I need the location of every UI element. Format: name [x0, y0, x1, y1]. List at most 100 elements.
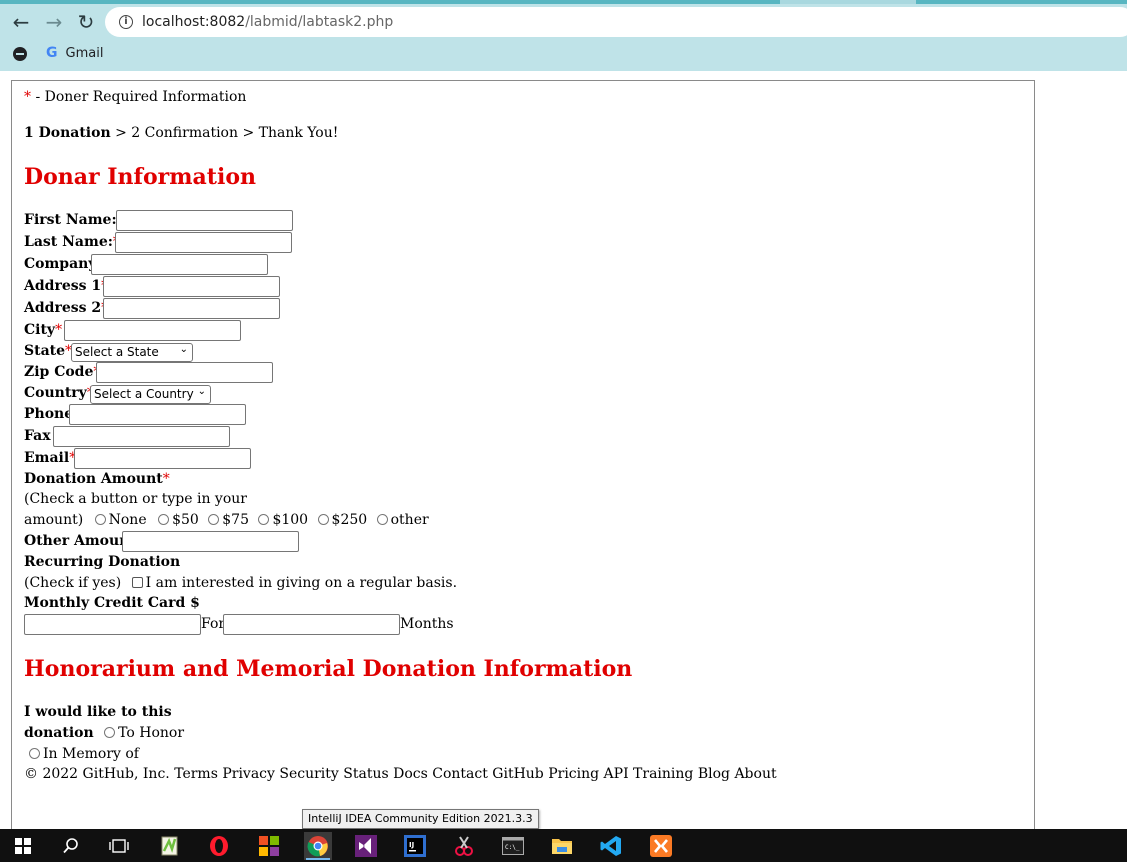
last-name-label-text: Last Name: — [24, 234, 113, 250]
phone-label-text: Phone — [24, 406, 74, 422]
fax-label: Fax — [24, 428, 51, 444]
file-explorer-icon[interactable] — [548, 832, 576, 860]
radio-circle[interactable] — [158, 514, 170, 525]
radio-label: other — [390, 512, 429, 528]
taskbar-tooltip: IntelliJ IDEA Community Edition 2021.3.3 — [302, 809, 539, 829]
task-view-icon[interactable] — [105, 832, 133, 860]
phone-label: Phone — [24, 406, 73, 422]
honor-label-1: I would like to this — [24, 704, 172, 720]
start-button[interactable] — [9, 832, 37, 860]
radio-circle[interactable] — [29, 748, 40, 759]
address1-label: Address 1* — [24, 278, 108, 294]
paint-icon[interactable] — [255, 832, 283, 860]
monthly-amount-input[interactable] — [24, 614, 201, 635]
last-name-input[interactable] — [115, 232, 292, 253]
step-current: 1 Donation — [24, 125, 111, 141]
radio-label: $50 — [172, 512, 199, 528]
svg-text:C:\_: C:\_ — [505, 844, 520, 851]
url-text[interactable]: localhost:8082/labmid/labtask2.php — [142, 14, 393, 30]
radio-circle[interactable] — [94, 514, 106, 525]
notepad-plus-plus-icon[interactable] — [156, 832, 184, 860]
progress-steps: 1 Donation > 2 Confirmation > Thank You! — [24, 125, 338, 141]
city-input[interactable] — [64, 320, 241, 341]
recurring-label: Recurring Donation — [24, 554, 180, 570]
last-name-label: Last Name:* — [24, 234, 120, 250]
chrome-icon[interactable] — [304, 832, 332, 860]
checkbox-label: I am interested in giving on a regular b… — [145, 575, 458, 591]
radio-other[interactable]: other — [376, 512, 429, 528]
radio-250[interactable]: $250 — [317, 512, 368, 528]
zip-label: Zip Code* — [24, 364, 100, 380]
radio-label: $250 — [331, 512, 368, 528]
reload-icon[interactable]: ↻ — [74, 10, 98, 34]
radio-in-memory[interactable]: In Memory of — [29, 746, 139, 762]
xampp-icon[interactable] — [647, 832, 675, 860]
radio-label: To Honor — [118, 725, 185, 741]
address2-label-text: Address 2 — [24, 300, 102, 316]
radio-label: None — [108, 512, 147, 528]
required-note: * - Doner Required Information — [24, 89, 246, 105]
chevron-down-icon: ⌄ — [179, 344, 188, 355]
honor-label-2: donation — [24, 725, 94, 741]
state-select[interactable]: Select a State ⌄ — [71, 343, 193, 362]
other-amount-input[interactable] — [122, 531, 299, 552]
fax-label-text: Fax — [24, 428, 51, 444]
recurring-checkbox[interactable]: I am interested in giving on a regular b… — [131, 575, 458, 591]
zip-input[interactable] — [96, 362, 273, 383]
search-icon[interactable] — [57, 832, 85, 860]
radio-label: $100 — [272, 512, 309, 528]
browser-toolbar: ← → ↻ i localhost:8082/labmid/labtask2.p… — [0, 4, 1127, 71]
monthly-label-text: Monthly Credit Card $ — [24, 595, 200, 611]
globe-icon[interactable] — [13, 47, 27, 61]
radio-75[interactable]: $75 — [208, 512, 249, 528]
site-info-icon[interactable]: i — [119, 15, 133, 29]
radio-circle[interactable] — [258, 514, 270, 525]
vscode-icon[interactable] — [597, 832, 625, 860]
radio-50[interactable]: $50 — [158, 512, 199, 528]
phone-input[interactable] — [69, 404, 246, 425]
donation-amount-label: Donation Amount* — [24, 471, 170, 487]
forward-arrow-icon[interactable]: → — [42, 10, 66, 34]
donation-hint: (Check a button or type in your — [24, 491, 247, 507]
company-input[interactable] — [91, 254, 268, 275]
terminal-icon[interactable]: C:\_ — [499, 832, 527, 860]
address-bar[interactable]: i localhost:8082/labmid/labtask2.php — [105, 7, 1127, 37]
fax-input[interactable] — [53, 426, 230, 447]
checkbox-box[interactable] — [131, 577, 143, 588]
bookmark-gmail[interactable]: G Gmail — [46, 45, 103, 61]
honor-label-1-text: I would like to this — [24, 704, 172, 720]
address1-input[interactable] — [103, 276, 280, 297]
state-select-value: Select a State — [75, 345, 159, 359]
donor-heading: Donar Information — [24, 164, 256, 190]
radio-circle[interactable] — [208, 514, 220, 525]
radio-circle[interactable] — [376, 514, 388, 525]
opera-icon[interactable] — [205, 832, 233, 860]
snipping-tool-icon[interactable] — [450, 832, 478, 860]
radio-to-honor[interactable]: To Honor — [104, 725, 184, 741]
recurring-label-text: Recurring Donation — [24, 554, 181, 570]
for-label: For — [201, 616, 226, 632]
recurring-row: (Check if yes) I am interested in giving… — [24, 575, 457, 591]
donation-amount-label-text: Donation Amount — [24, 471, 163, 487]
windows-logo-icon — [15, 838, 31, 854]
country-label-text: Country — [24, 385, 87, 401]
first-name-input[interactable] — [116, 210, 293, 231]
country-select[interactable]: Select a Country ⌄ — [90, 385, 211, 404]
back-arrow-icon[interactable]: ← — [9, 10, 33, 34]
visual-studio-icon[interactable] — [352, 832, 380, 860]
email-input[interactable] — [74, 448, 251, 469]
radio-label: $75 — [222, 512, 249, 528]
radio-circle[interactable] — [104, 727, 116, 738]
radio-100[interactable]: $100 — [258, 512, 308, 528]
other-amount-label-text: Other Amount — [24, 533, 136, 549]
radio-circle[interactable] — [317, 514, 329, 525]
radio-none[interactable]: None — [94, 512, 147, 528]
url-host: localhost:8082 — [142, 14, 246, 30]
intellij-icon[interactable]: IJ — [401, 832, 429, 860]
google-g-icon: G — [46, 45, 58, 61]
address2-input[interactable] — [103, 298, 280, 319]
months-label: Months — [400, 616, 454, 632]
months-input[interactable] — [223, 614, 400, 635]
taskbar: IJ C:\_ — [0, 829, 1127, 862]
first-name-label-text: First Name: — [24, 212, 117, 228]
